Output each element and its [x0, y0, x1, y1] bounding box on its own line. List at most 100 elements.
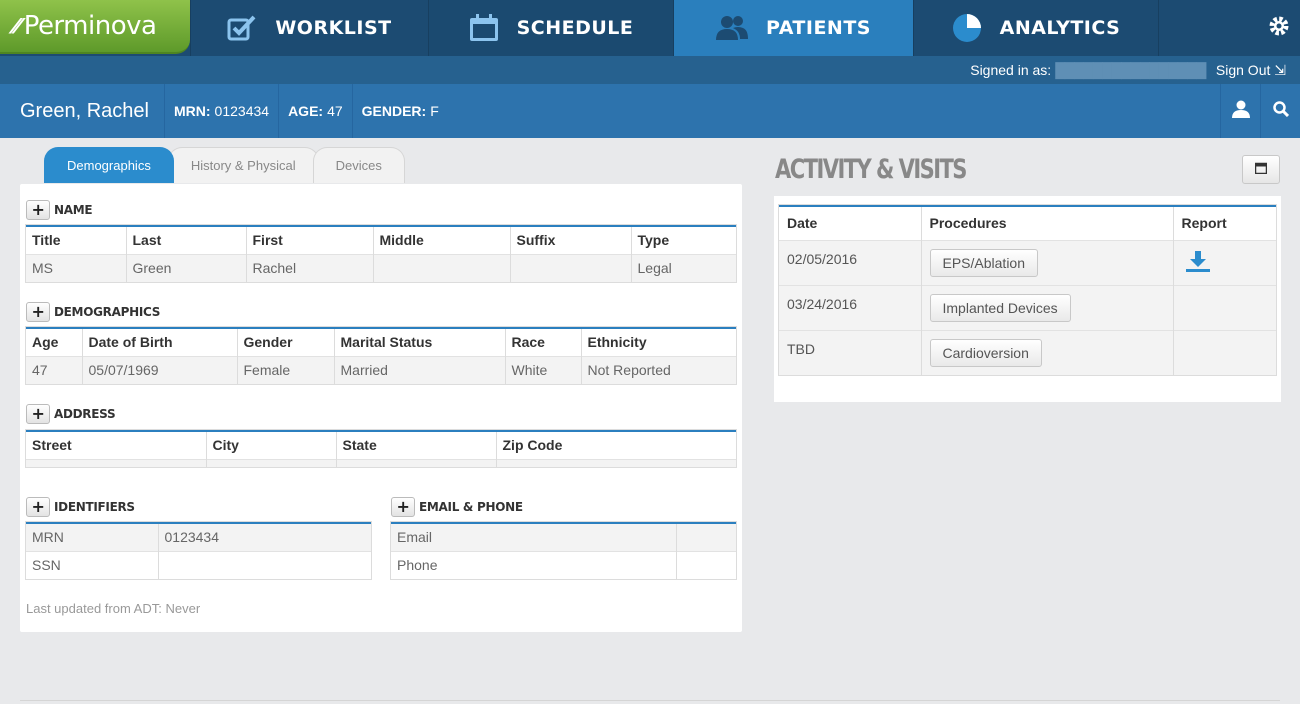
- table-row: 47 05/07/1969 Female Married White Not R…: [26, 355, 736, 384]
- signed-in-bar: Signed in as: ████████████████ Sign Out …: [0, 56, 1300, 84]
- mrn-label: MRN:: [174, 103, 211, 119]
- logo-text: Perminova: [23, 11, 157, 41]
- ssn-field-value: [157, 550, 371, 579]
- nav-worklist[interactable]: WORKLIST: [190, 0, 428, 56]
- col-city: City: [205, 431, 336, 459]
- col-state: State: [335, 431, 496, 459]
- nav-analytics[interactable]: ANALYTICS: [913, 0, 1158, 56]
- table-row: MRN 0123434: [26, 523, 371, 551]
- procedure-button[interactable]: Implanted Devices: [929, 293, 1071, 322]
- table-row: Phone: [391, 550, 736, 579]
- patient-actions: [1220, 84, 1300, 138]
- name-section-title: NAME: [54, 203, 93, 217]
- procedure-button[interactable]: Cardioversion: [929, 338, 1042, 367]
- activity-panel: Date Procedures Report 02/05/2016 EPS/Ab…: [774, 196, 1281, 402]
- cell-middle: [372, 253, 510, 282]
- table-row: 02/05/2016 EPS/Ablation: [779, 239, 1276, 285]
- gender-value: F: [430, 103, 439, 119]
- email-key: Email: [391, 523, 676, 551]
- demographics-section-title: DEMOGRAPHICS: [54, 305, 161, 319]
- col-zip-code: Zip Code: [495, 431, 736, 459]
- cell-zip-code: [495, 458, 736, 467]
- expand-address-button[interactable]: +: [26, 404, 50, 424]
- mrn-key: MRN: [26, 523, 158, 551]
- visit-procedure-cell: Cardioversion: [920, 329, 1173, 375]
- phone-key: Phone: [391, 550, 676, 579]
- sign-out-label: Sign Out: [1215, 61, 1271, 78]
- expand-name-button[interactable]: +: [26, 200, 50, 220]
- signed-in-user: ████████████████: [1055, 62, 1206, 78]
- nav-schedule[interactable]: SCHEDULE: [428, 0, 673, 56]
- visit-date: 02/05/2016: [779, 239, 921, 285]
- mrn-value: 0123434: [214, 103, 270, 119]
- expand-identifiers-button[interactable]: +: [26, 497, 50, 517]
- users-icon: [716, 15, 749, 41]
- col-ethnicity: Ethnicity: [580, 328, 736, 356]
- app-logo[interactable]: ⁄⁄ Perminova: [0, 0, 190, 54]
- nav-schedule-label: SCHEDULE: [516, 17, 634, 39]
- user-profile-button[interactable]: [1220, 84, 1260, 138]
- logo-mark-icon: ⁄⁄: [14, 14, 20, 38]
- cell-street: [26, 458, 206, 467]
- cell-marital-status: Married: [333, 355, 505, 384]
- visit-report-cell: [1172, 239, 1276, 285]
- table-row: 03/24/2016 Implanted Devices: [779, 284, 1276, 330]
- identifiers-section-title: IDENTIFIERS: [54, 500, 135, 514]
- download-icon[interactable]: [1185, 250, 1210, 275]
- table-row: TBD Cardioversion: [779, 329, 1276, 375]
- ssn-key: SSN: [26, 550, 158, 579]
- signed-in-label: Signed in as:: [970, 62, 1052, 78]
- patient-tabs: Demographics History & Physical Devices: [44, 147, 405, 183]
- tab-history-physical[interactable]: History & Physical: [167, 147, 319, 183]
- nav-patients[interactable]: PATIENTS: [673, 0, 913, 56]
- cell-city: [205, 458, 336, 467]
- demographics-section-header: + DEMOGRAPHICS: [26, 302, 160, 322]
- patient-mrn: MRN: 0123434: [165, 84, 280, 138]
- calendar-small-icon: [1254, 161, 1268, 179]
- col-gender: Gender: [236, 328, 334, 356]
- cell-ethnicity: Not Reported: [580, 355, 736, 384]
- address-section-title: ADDRESS: [54, 407, 116, 421]
- visit-report-cell: [1172, 284, 1276, 330]
- gender-label: GENDER:: [361, 103, 427, 119]
- col-age: Age: [26, 328, 82, 356]
- nav-patients-label: PATIENTS: [766, 17, 871, 39]
- col-street: Street: [26, 431, 206, 459]
- col-race: Race: [504, 328, 581, 356]
- calendar-icon: [469, 14, 499, 42]
- expand-demographics-button[interactable]: +: [26, 302, 50, 322]
- expand-contact-button[interactable]: +: [391, 497, 415, 517]
- cell-gender: Female: [236, 355, 334, 384]
- tab-devices[interactable]: Devices: [312, 147, 405, 183]
- name-section-header: + NAME: [26, 200, 93, 220]
- nav-analytics-label: ANALYTICS: [999, 17, 1121, 39]
- calendar-button[interactable]: [1242, 155, 1280, 184]
- nav-worklist-label: WORKLIST: [275, 17, 392, 39]
- col-suffix: Suffix: [509, 226, 631, 254]
- user-icon: [1231, 100, 1250, 123]
- patient-header: Green, Rachel MRN: 0123434 AGE: 47 GENDER:…: [0, 84, 1300, 138]
- gear-icon: [1268, 15, 1290, 42]
- table-row: MS Green Rachel Legal: [26, 253, 736, 282]
- procedure-button[interactable]: EPS/Ablation: [929, 248, 1038, 277]
- tab-demographics[interactable]: Demographics: [44, 147, 174, 183]
- visit-date: TBD: [779, 329, 921, 375]
- visit-procedure-cell: EPS/Ablation: [920, 239, 1173, 285]
- age-label: AGE:: [288, 103, 324, 119]
- settings-button[interactable]: [1158, 0, 1300, 56]
- activity-table: Date Procedures Report 02/05/2016 EPS/Ab…: [778, 204, 1277, 376]
- search-button[interactable]: [1260, 84, 1300, 138]
- sign-out-link[interactable]: Sign Out ⇲: [1216, 62, 1286, 79]
- footer-divider: [20, 700, 1280, 701]
- cell-dob: 05/07/1969: [81, 355, 237, 384]
- checkbox-icon: [227, 15, 257, 41]
- demographics-table: Age Date of Birth Gender Marital Status …: [25, 326, 737, 385]
- col-last: Last: [125, 226, 246, 254]
- col-first: First: [245, 226, 373, 254]
- cell-title: MS: [26, 253, 126, 282]
- col-procedures: Procedures: [920, 206, 1173, 240]
- mrn-field-value: 0123434: [157, 523, 371, 551]
- identifiers-table: MRN 0123434 SSN: [25, 521, 372, 580]
- col-title: Title: [26, 226, 126, 254]
- patient-age: AGE: 47: [279, 84, 353, 138]
